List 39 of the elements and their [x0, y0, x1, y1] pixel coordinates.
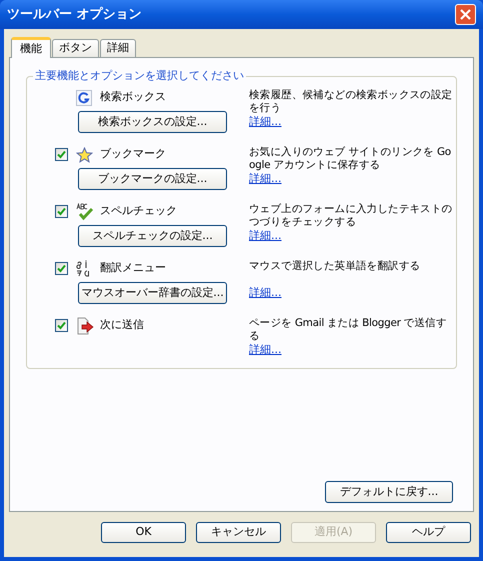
- feature-description: ウェブ上のフォームに入力したテキストのつづりをチェックする: [249, 203, 454, 229]
- settings-button[interactable]: 検索ボックスの設定...: [78, 111, 227, 133]
- translate-icon: [76, 260, 90, 277]
- feature-description: マウスで選択した英単語を翻訳する: [249, 260, 422, 274]
- star-icon: [76, 146, 93, 162]
- details-link[interactable]: 詳細...: [249, 343, 282, 356]
- tab[interactable]: 詳細: [100, 39, 136, 57]
- tab[interactable]: 機能: [11, 37, 51, 58]
- feature-description: お気に入りのウェブ サイトのリンクを Google アカウントに保存する: [249, 146, 452, 172]
- feature-description: 検索履歴、候補などの検索ボックスの設定を行う: [249, 89, 454, 115]
- feature-label: 翻訳メニュー: [100, 260, 166, 276]
- feature-label: ブックマーク: [100, 146, 166, 162]
- details-link[interactable]: 詳細...: [249, 286, 282, 299]
- letter-g-icon: [76, 90, 92, 106]
- feature-label: 次に送信: [100, 317, 144, 334]
- settings-button[interactable]: スペルチェックの設定...: [78, 225, 227, 247]
- page-arrow-icon: [76, 316, 95, 334]
- settings-button[interactable]: マウスオーバー辞書の設定...: [78, 282, 227, 304]
- details-link[interactable]: 詳細...: [249, 229, 282, 242]
- close-icon: [460, 9, 471, 20]
- group-title: 主要機能とオプションを選択してください: [33, 69, 246, 83]
- checkbox[interactable]: [55, 205, 68, 218]
- reset-button[interactable]: デフォルトに戻す...: [325, 481, 453, 503]
- close-button[interactable]: [455, 4, 476, 25]
- dialog-button[interactable]: OK: [101, 522, 186, 543]
- window-title: ツールバー オプション: [7, 6, 142, 24]
- checkbox[interactable]: [55, 148, 68, 161]
- spellcheck-icon: [76, 202, 94, 220]
- feature-description: ページを Gmail または Blogger で送信する: [249, 317, 448, 343]
- dialog-button[interactable]: キャンセル: [196, 522, 281, 543]
- dialog-button[interactable]: ヘルプ: [386, 522, 471, 543]
- details-link[interactable]: 詳細...: [249, 115, 282, 128]
- settings-button[interactable]: ブックマークの設定...: [78, 168, 227, 190]
- checkbox[interactable]: [55, 262, 68, 275]
- tab[interactable]: ボタン: [52, 39, 99, 57]
- details-link[interactable]: 詳細...: [249, 172, 282, 185]
- feature-label: スペルチェック: [100, 203, 177, 220]
- feature-label: 検索ボックス: [100, 89, 166, 106]
- checkbox[interactable]: [55, 319, 68, 332]
